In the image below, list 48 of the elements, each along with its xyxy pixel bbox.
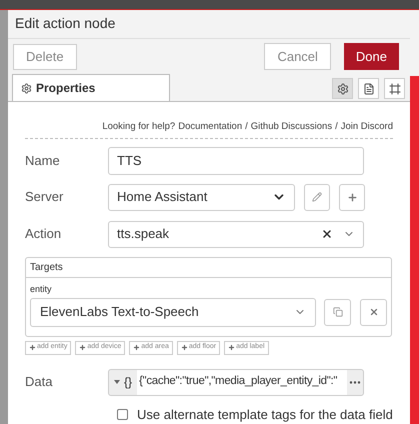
server-select[interactable]: Home Assistant [108, 184, 295, 210]
separator-text: / [335, 120, 338, 134]
field-label: Action [25, 225, 62, 244]
plus-icon [228, 344, 236, 351]
name-field[interactable]: TTS [108, 146, 364, 174]
help-prompt: Looking for help? [102, 120, 176, 134]
remove-icon [368, 307, 379, 317]
copy-icon [332, 307, 343, 317]
clear-icon [321, 228, 333, 240]
gear-tab-button[interactable] [332, 78, 353, 100]
done-button[interactable]: Done [344, 43, 399, 70]
copy-button[interactable] [324, 298, 352, 326]
dialog-title: Edit action node [15, 14, 116, 34]
gear-icon [21, 82, 32, 94]
add-button[interactable] [339, 184, 365, 210]
checkbox[interactable] [117, 408, 128, 420]
data-value: {"cache":"true","media_player_entity_id":" [139, 374, 338, 390]
checkbox-label: Use alternate template tags for the data field [137, 406, 393, 424]
entity-label: entity [30, 284, 53, 294]
help-link[interactable]: Github Discussions [250, 120, 332, 134]
document-icon [362, 82, 374, 95]
plus-icon [133, 344, 140, 351]
frame-icon [388, 82, 400, 95]
cancel-button[interactable]: Cancel [264, 43, 331, 70]
help-link[interactable]: Documentation [178, 120, 242, 134]
caret-icon [114, 380, 120, 384]
pencil-icon [312, 192, 322, 202]
frame-tab-button[interactable] [384, 78, 405, 100]
edit-button[interactable] [304, 184, 330, 210]
data-field[interactable]: {} {"cache":"true","media_player_entity_id":" [108, 368, 364, 396]
gear-icon [336, 82, 348, 95]
field-label: Server [25, 188, 64, 206]
document-tab-button[interactable] [358, 78, 379, 100]
plus-icon [346, 192, 358, 202]
field-label: Data [25, 373, 54, 392]
plus-icon [79, 344, 86, 351]
separator-text: / [245, 120, 248, 134]
entity-select[interactable]: ElevenLabs Text-to-Speech [30, 298, 316, 326]
delete-button[interactable]: Delete [13, 44, 77, 70]
type-label: {} [124, 374, 132, 391]
action-select[interactable]: tts.speak [108, 220, 364, 248]
plus-icon [29, 344, 36, 351]
remove-button[interactable] [360, 298, 387, 326]
help-link[interactable]: Join Discord [340, 120, 393, 134]
field-label: Name [25, 152, 61, 170]
targets-title: Targets [30, 260, 63, 274]
plus-icon [180, 344, 188, 351]
properties-tab[interactable]: Properties [12, 74, 170, 102]
